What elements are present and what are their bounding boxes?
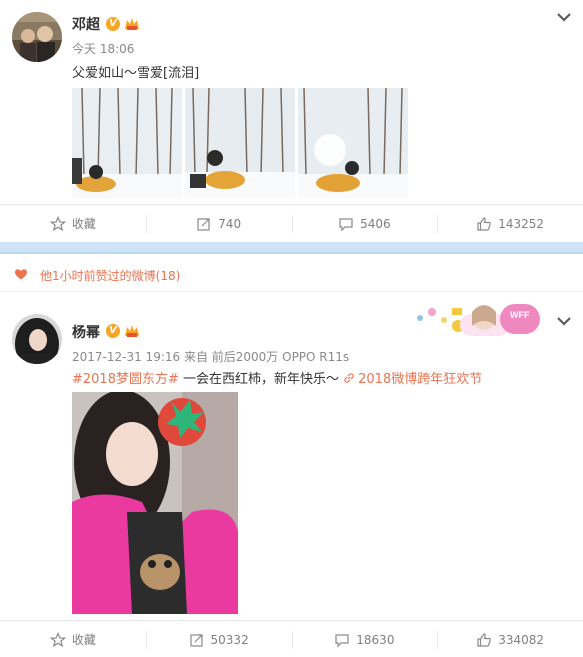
vip-icon xyxy=(125,18,139,30)
chevron-down-icon[interactable] xyxy=(556,316,572,326)
post-card-dengchao: 邓超 V 今天 18:06 父爱如山～雪爱[流泪] 收藏 740 5406 14… xyxy=(0,0,583,242)
repost-count: 50332 xyxy=(210,632,249,647)
comment-icon xyxy=(339,217,353,231)
star-icon xyxy=(49,631,66,647)
comment-button[interactable]: 18630 xyxy=(291,621,438,657)
post-text: 父爱如山～雪爱[流泪] xyxy=(72,66,200,81)
avatar[interactable] xyxy=(12,12,62,62)
festival-badge-text: WFF xyxy=(510,310,530,320)
photo-thumbnail[interactable] xyxy=(298,88,408,198)
favorite-label: 收藏 xyxy=(71,633,96,647)
comment-button[interactable]: 5406 xyxy=(291,205,438,242)
feed-divider xyxy=(0,242,583,254)
post-text: #2018梦圆东方# 一会在西红柿，新年快乐～ 2018微博跨年狂欢节 xyxy=(72,368,482,387)
repost-button[interactable]: 740 xyxy=(145,205,292,242)
post-body: 一会在西红柿，新年快乐～ xyxy=(178,372,344,387)
avatar[interactable] xyxy=(12,314,62,364)
post-meta: 2017-12-31 19:16 来自 前后2000万 OPPO R11s xyxy=(72,350,350,364)
like-count: 334082 xyxy=(498,632,545,647)
comment-icon xyxy=(335,633,349,647)
post-photo[interactable] xyxy=(72,392,238,614)
photo-thumbnail[interactable] xyxy=(185,88,295,198)
heart-icon xyxy=(15,269,27,280)
author-name[interactable]: 邓超 xyxy=(72,14,100,34)
repost-button[interactable]: 50332 xyxy=(145,621,292,657)
like-count: 143252 xyxy=(498,216,545,231)
topic-link[interactable]: #2018梦圆东方# xyxy=(72,372,179,387)
event-link[interactable]: 2018微博跨年狂欢节 xyxy=(343,372,482,387)
favorite-button[interactable]: 收藏 xyxy=(0,621,146,657)
photo-thumbnail[interactable] xyxy=(72,88,182,198)
author-name[interactable]: 杨幂 xyxy=(72,322,100,342)
star-icon xyxy=(49,215,66,231)
chevron-down-icon[interactable] xyxy=(556,12,572,22)
like-button[interactable]: 143252 xyxy=(437,205,583,242)
post-card-yangmi: 杨幂 V WFF 2017-12-31 19:16 来自 前后2000万 OPP… xyxy=(0,292,583,657)
like-icon xyxy=(477,216,492,231)
comment-count: 18630 xyxy=(356,632,395,647)
festival-decoration: WFF xyxy=(400,296,542,338)
verified-icon: V xyxy=(106,324,120,338)
liked-by-bar[interactable]: 他1小时前赞过的微博(18) xyxy=(0,256,583,292)
like-icon xyxy=(477,632,492,647)
favorite-label: 收藏 xyxy=(71,217,96,231)
event-link-label: 2018微博跨年狂欢节 xyxy=(358,372,483,387)
link-icon xyxy=(344,373,354,383)
like-button[interactable]: 334082 xyxy=(437,621,583,657)
repost-count: 740 xyxy=(218,216,242,231)
repost-icon xyxy=(189,633,203,647)
action-bar: 收藏 740 5406 143252 xyxy=(0,204,583,242)
vip-icon xyxy=(125,325,139,337)
repost-icon xyxy=(197,217,210,231)
favorite-button[interactable]: 收藏 xyxy=(0,205,146,242)
action-bar: 收藏 50332 18630 334082 xyxy=(0,620,583,657)
post-time[interactable]: 今天 18:06 xyxy=(72,40,134,57)
liked-by-text[interactable]: 他1小时前赞过的微博(18) xyxy=(40,267,180,284)
comment-count: 5406 xyxy=(360,216,391,231)
verified-icon: V xyxy=(106,17,120,31)
